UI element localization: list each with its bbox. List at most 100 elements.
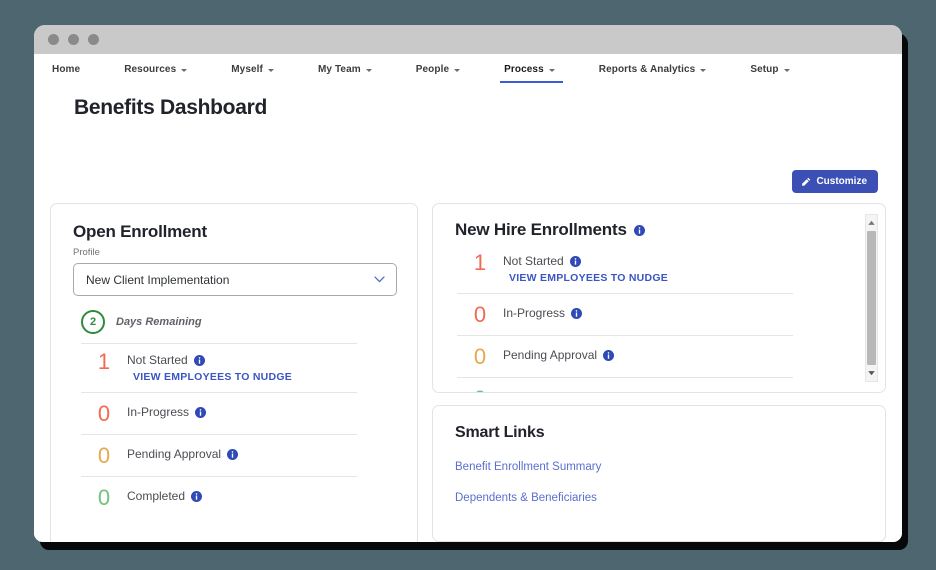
profile-select-value: New Client Implementation bbox=[86, 273, 229, 287]
window-dot-close[interactable] bbox=[48, 34, 59, 45]
open-enrollment-title: Open Enrollment bbox=[73, 222, 397, 242]
new-hire-title: New Hire Enrollments bbox=[455, 220, 627, 240]
nav-item-reports-analytics[interactable]: Reports & Analytics bbox=[599, 54, 729, 84]
status-row: 0 Completed bbox=[457, 377, 793, 393]
info-icon[interactable] bbox=[194, 355, 205, 366]
nav-label: Resources bbox=[124, 64, 176, 75]
chevron-down-icon bbox=[181, 69, 187, 72]
status-name-wrap: Completed bbox=[127, 489, 357, 503]
days-remaining-label: Days Remaining bbox=[116, 316, 202, 328]
nav-item-myself[interactable]: Myself bbox=[231, 54, 296, 84]
chevron-down-icon bbox=[700, 69, 706, 72]
status-row: 0 In-Progress bbox=[81, 392, 357, 434]
status-label: Not Started bbox=[127, 353, 188, 367]
status-label: Pending Approval bbox=[127, 447, 221, 461]
info-icon[interactable] bbox=[634, 225, 645, 236]
view-employees-to-nudge-link[interactable]: VIEW EMPLOYEES TO NUDGE bbox=[509, 272, 793, 284]
status-name-wrap: Not Started bbox=[127, 353, 357, 367]
status-body: Pending Approval bbox=[127, 444, 357, 461]
info-icon[interactable] bbox=[567, 392, 578, 394]
status-name-wrap: In-Progress bbox=[503, 306, 793, 320]
scroll-down-arrow-icon[interactable] bbox=[866, 367, 877, 379]
customize-button[interactable]: Customize bbox=[792, 170, 878, 193]
dashboard-grid: Open Enrollment Profile New Client Imple… bbox=[50, 203, 886, 542]
nav-label: Home bbox=[52, 64, 80, 75]
status-name-wrap: In-Progress bbox=[127, 405, 357, 419]
status-label: Not Started bbox=[503, 254, 564, 268]
status-row: 1 Not Started VI bbox=[457, 249, 793, 293]
info-icon[interactable] bbox=[227, 449, 238, 460]
status-label: Pending Approval bbox=[503, 348, 597, 362]
status-body: Not Started VIEW EMPLOYEES TO NUDGE bbox=[127, 350, 357, 383]
nav-label: People bbox=[416, 64, 449, 75]
window-dot-minimize[interactable] bbox=[68, 34, 79, 45]
status-body: Completed bbox=[127, 486, 357, 503]
smart-link-benefit-enrollment-summary[interactable]: Benefit Enrollment Summary bbox=[455, 461, 865, 473]
new-hire-scrollbar[interactable] bbox=[865, 214, 878, 382]
status-count: 0 bbox=[457, 303, 503, 326]
status-label: In-Progress bbox=[127, 405, 189, 419]
status-name-wrap: Pending Approval bbox=[127, 447, 357, 461]
status-name-wrap: Completed bbox=[503, 390, 793, 393]
info-icon[interactable] bbox=[570, 256, 581, 267]
status-body: In-Progress bbox=[127, 402, 357, 419]
info-icon[interactable] bbox=[571, 308, 582, 319]
info-icon[interactable] bbox=[191, 491, 202, 502]
days-remaining: 2 Days Remaining bbox=[73, 310, 397, 334]
nav-item-home[interactable]: Home bbox=[52, 54, 102, 84]
status-count: 0 bbox=[81, 486, 127, 509]
status-count: 1 bbox=[81, 350, 127, 373]
days-remaining-count: 2 bbox=[81, 310, 105, 334]
customize-label: Customize bbox=[816, 176, 867, 187]
status-row: 0 Completed bbox=[81, 476, 357, 518]
nav-item-my-team[interactable]: My Team bbox=[318, 54, 394, 84]
status-label: Completed bbox=[127, 489, 185, 503]
status-body: Pending Approval bbox=[503, 345, 793, 362]
scroll-up-arrow-icon[interactable] bbox=[866, 217, 877, 229]
nav-label: Myself bbox=[231, 64, 263, 75]
view-employees-to-nudge-link[interactable]: VIEW EMPLOYEES TO NUDGE bbox=[133, 371, 357, 383]
status-count: 0 bbox=[457, 345, 503, 368]
status-count: 1 bbox=[457, 251, 503, 274]
smart-link-dependents-beneficiaries[interactable]: Dependents & Beneficiaries bbox=[455, 492, 865, 504]
page-title: Benefits Dashboard bbox=[56, 84, 880, 120]
right-column: New Hire Enrollments 1 Not S bbox=[432, 203, 886, 542]
pencil-icon bbox=[801, 177, 811, 187]
nav-item-process[interactable]: Process bbox=[504, 54, 577, 84]
new-hire-status-list: 1 Not Started VI bbox=[455, 249, 865, 393]
page-content: Benefits Dashboard Customize Open Enroll… bbox=[34, 84, 902, 542]
profile-select[interactable]: New Client Implementation bbox=[73, 263, 397, 296]
status-name-wrap: Pending Approval bbox=[503, 348, 793, 362]
info-icon[interactable] bbox=[603, 350, 614, 361]
status-row: 0 In-Progress bbox=[457, 293, 793, 335]
status-label: Completed bbox=[503, 390, 561, 393]
status-body: In-Progress bbox=[503, 303, 793, 320]
status-row: 0 Pending Approval bbox=[81, 434, 357, 476]
status-row: 0 Pending Approval bbox=[457, 335, 793, 377]
window-titlebar bbox=[34, 25, 902, 54]
chevron-down-icon bbox=[366, 69, 372, 72]
chevron-down-icon bbox=[374, 276, 385, 283]
nav-item-setup[interactable]: Setup bbox=[750, 54, 811, 84]
status-count: 0 bbox=[81, 402, 127, 425]
smart-links-title: Smart Links bbox=[455, 424, 865, 442]
chevron-down-icon bbox=[549, 69, 555, 72]
nav-label: My Team bbox=[318, 64, 361, 75]
left-column: Open Enrollment Profile New Client Imple… bbox=[50, 203, 418, 542]
status-label: In-Progress bbox=[503, 306, 565, 320]
scrollbar-thumb[interactable] bbox=[867, 231, 876, 365]
window-dot-maximize[interactable] bbox=[88, 34, 99, 45]
open-enrollment-status-list: 1 Not Started VI bbox=[73, 343, 397, 518]
info-icon[interactable] bbox=[195, 407, 206, 418]
main-navigation: Home Resources Myself My Team People Pro… bbox=[34, 54, 902, 84]
status-count: 0 bbox=[457, 387, 503, 393]
open-enrollment-card: Open Enrollment Profile New Client Imple… bbox=[50, 203, 418, 542]
nav-item-people[interactable]: People bbox=[416, 54, 482, 84]
status-row: 1 Not Started VI bbox=[81, 343, 357, 392]
new-hire-title-wrap: New Hire Enrollments bbox=[455, 220, 865, 240]
nav-item-resources[interactable]: Resources bbox=[124, 54, 209, 84]
chevron-down-icon bbox=[784, 69, 790, 72]
status-body: Not Started VIEW EMPLOYEES TO NUDGE bbox=[503, 251, 793, 284]
new-hire-enrollments-card: New Hire Enrollments 1 Not S bbox=[432, 203, 886, 393]
profile-label: Profile bbox=[73, 247, 397, 258]
